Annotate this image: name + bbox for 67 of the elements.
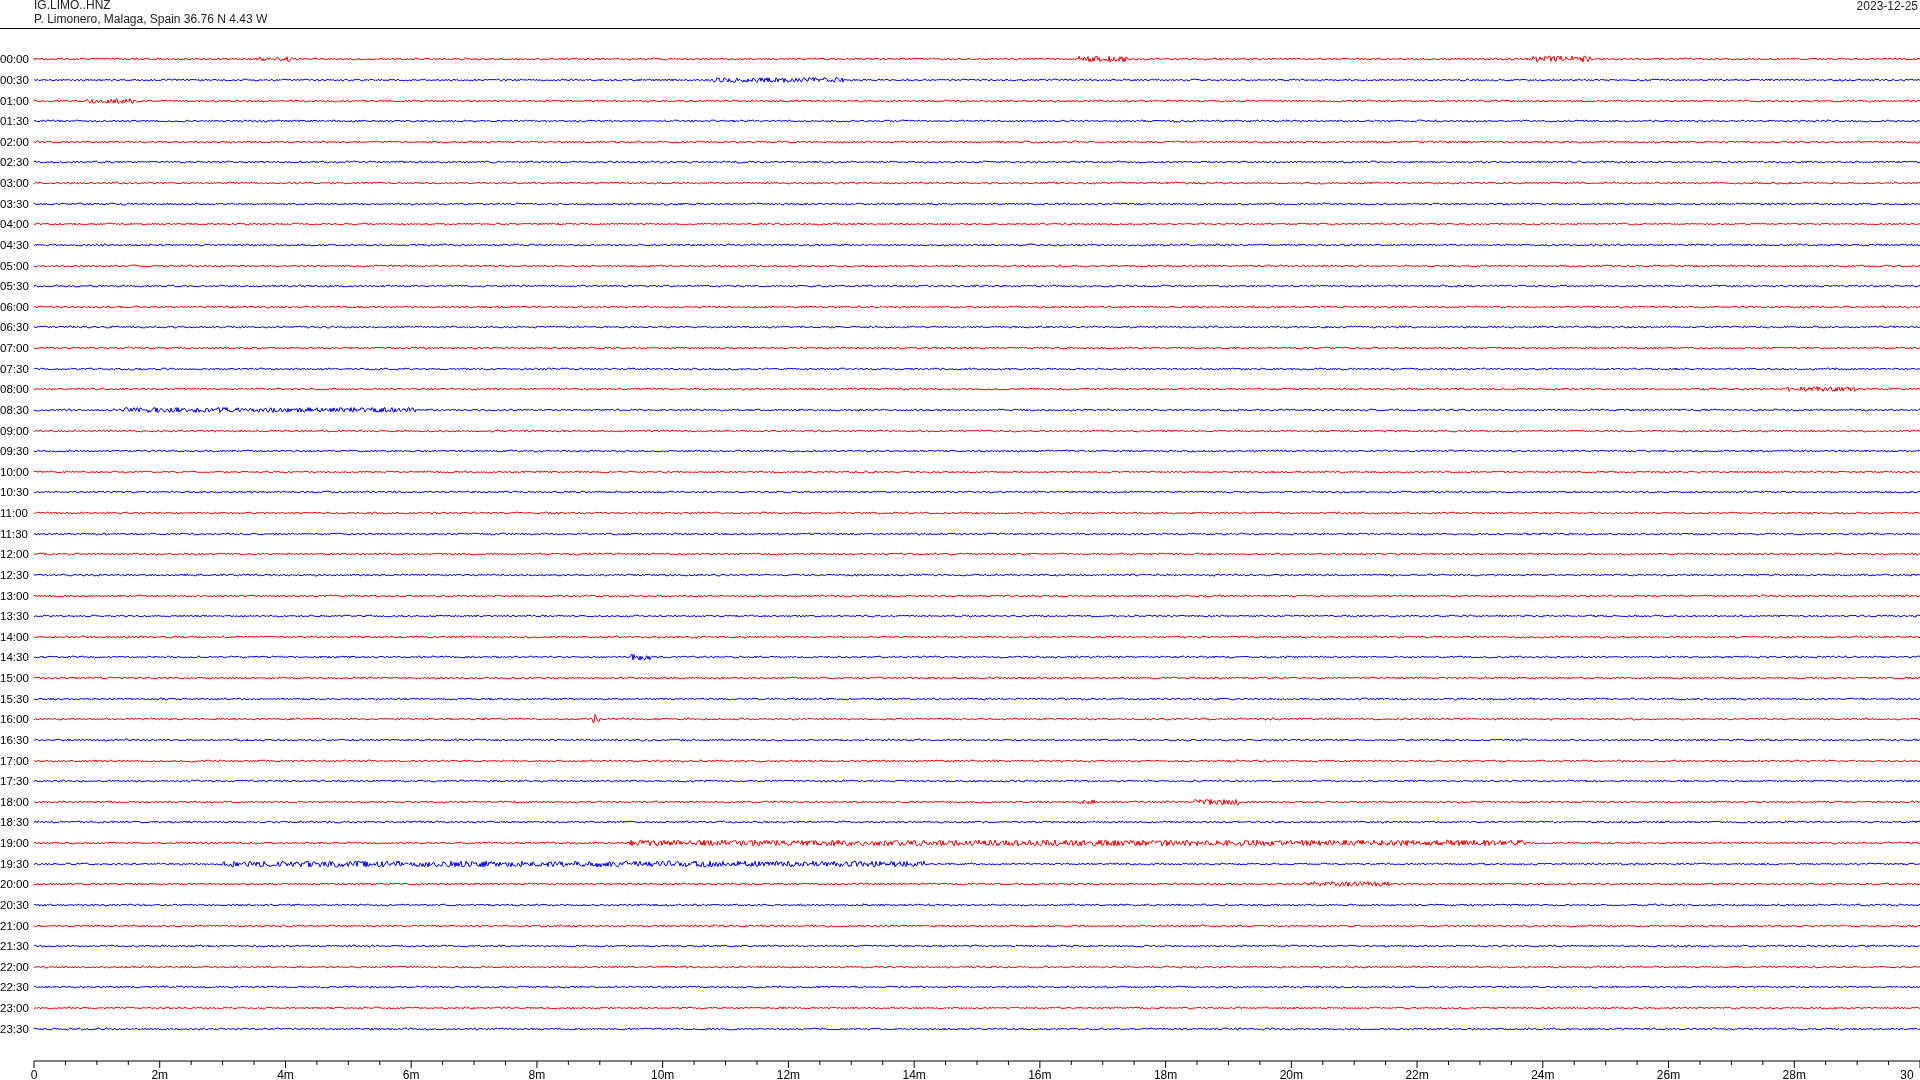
plot-date: 2023-12-25 <box>1856 0 1919 14</box>
row-time-label: 17:00 <box>0 754 30 767</box>
station-location: P. Limonero, Malaga, Spain 36.76 N 4.43 W <box>34 12 268 26</box>
row-time-label: 18:30 <box>0 816 30 829</box>
row-time-label: 05:00 <box>0 259 30 272</box>
axis-tick-label: 22m <box>1405 1068 1429 1080</box>
row-time-label: 17:30 <box>0 775 30 788</box>
row-time-label: 10:00 <box>0 465 30 478</box>
axis-tick-label: 12m <box>776 1068 801 1080</box>
axis-tick-label: 0 <box>30 1068 38 1080</box>
axis-tick-label: 8m <box>528 1068 546 1080</box>
row-time-label: 02:30 <box>0 156 30 169</box>
row-time-label: 23:00 <box>0 1002 30 1015</box>
row-time-label: 07:30 <box>0 362 30 375</box>
row-time-label: 06:30 <box>0 321 30 334</box>
row-time-label: 11:00 <box>0 507 29 520</box>
row-time-label: 13:30 <box>0 610 30 623</box>
axis-tick-label: 14m <box>902 1068 926 1080</box>
row-time-label: 19:30 <box>0 857 30 870</box>
axis-tick-label: 30 <box>1900 1068 1914 1080</box>
row-time-label: 08:30 <box>0 403 30 416</box>
row-time-label: 09:30 <box>0 445 30 458</box>
axis-tick-label: 10m <box>651 1068 675 1080</box>
row-time-label: 21:30 <box>0 940 30 953</box>
row-time-label: 04:00 <box>0 218 30 231</box>
row-time-label: 20:30 <box>0 898 30 911</box>
row-time-label: 05:30 <box>0 280 30 293</box>
axis-tick-label: 26m <box>1656 1068 1681 1080</box>
row-time-label: 22:00 <box>0 960 30 973</box>
row-time-label: 02:00 <box>0 135 30 148</box>
row-time-label: 03:30 <box>0 197 30 210</box>
row-time-label: 06:00 <box>0 300 30 313</box>
row-time-label: 13:00 <box>0 589 30 602</box>
axis-tick-label: 28m <box>1782 1068 1806 1080</box>
axis-tick-label: 2m <box>151 1068 169 1080</box>
row-time-label: 12:30 <box>0 568 30 581</box>
row-time-label: 14:00 <box>0 630 30 643</box>
station-code: IG.LIMO..HNZ <box>34 0 112 13</box>
row-time-label: 00:30 <box>0 73 30 86</box>
axis-tick-label: 16m <box>1028 1068 1052 1080</box>
row-time-label: 01:30 <box>0 115 30 128</box>
row-time-label: 11:30 <box>0 527 29 540</box>
row-time-label: 10:30 <box>0 486 30 499</box>
row-time-label: 09:00 <box>0 424 30 437</box>
row-time-label: 07:00 <box>0 342 30 355</box>
row-time-label: 03:00 <box>0 177 30 190</box>
row-time-label: 18:00 <box>0 795 30 808</box>
row-time-label: 15:30 <box>0 692 30 705</box>
row-time-label: 00:00 <box>0 53 30 66</box>
row-time-label: 23:30 <box>0 1022 30 1035</box>
row-time-label: 12:00 <box>0 548 30 561</box>
row-time-label: 16:00 <box>0 713 30 726</box>
row-time-label: 19:00 <box>0 837 30 850</box>
row-time-label: 16:30 <box>0 733 30 746</box>
row-time-label: 14:30 <box>0 651 30 664</box>
row-time-label: 01:00 <box>0 94 30 107</box>
axis-tick-label: 24m <box>1531 1068 1555 1080</box>
row-time-label: 21:00 <box>0 919 30 932</box>
axis-tick-label: 20m <box>1279 1068 1303 1080</box>
axis-tick-label: 18m <box>1153 1068 1178 1080</box>
row-time-label: 08:00 <box>0 383 30 396</box>
row-time-label: 20:00 <box>0 878 30 891</box>
row-time-label: 22:30 <box>0 981 30 994</box>
row-time-label: 04:30 <box>0 238 30 251</box>
axis-tick-label: 4m <box>277 1068 294 1080</box>
axis-tick-label: 6m <box>402 1068 420 1080</box>
row-time-label: 15:00 <box>0 672 30 685</box>
